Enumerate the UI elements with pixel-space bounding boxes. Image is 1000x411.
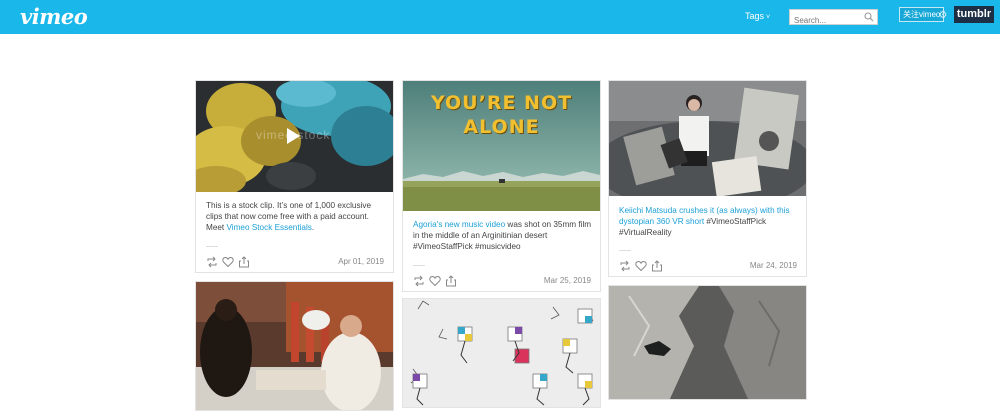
post-date[interactable]: Apr 01, 2019 [338, 257, 384, 266]
post-image[interactable] [609, 286, 806, 399]
post-footer: Apr 01, 2019 [206, 256, 384, 268]
overlay-line-2: ALONE [463, 116, 540, 138]
post-card [402, 298, 601, 408]
tags-menu[interactable]: Tags ˅ [745, 11, 770, 21]
overlay-line-1: YOU’RE NOT [430, 92, 573, 114]
heart-icon[interactable] [222, 256, 234, 268]
vr-desk-image [609, 81, 806, 196]
top-bar: vimeo Tags˅ 关注vimeo ⚙ tumblr [0, 0, 1000, 34]
post-card [195, 281, 394, 411]
divider [619, 250, 631, 251]
caption-link[interactable]: Vimeo Stock Essentials [226, 223, 311, 232]
video-title-overlay: YOU’RE NOT ALONE [403, 91, 600, 139]
post-caption: Keiichi Matsuda crushes it (as always) w… [619, 205, 799, 238]
reblog-icon[interactable] [413, 275, 425, 287]
caption-text-end: . [311, 223, 315, 232]
post-date[interactable]: Mar 25, 2019 [544, 276, 591, 285]
post-footer: Mar 25, 2019 [413, 275, 591, 287]
share-icon[interactable] [651, 260, 663, 272]
post-date[interactable]: Mar 24, 2019 [750, 261, 797, 270]
share-icon[interactable] [445, 275, 457, 287]
post-card: vimeo stock This is a stock clip. It’s o… [195, 80, 394, 273]
search-icon[interactable] [864, 12, 874, 22]
divider [413, 265, 425, 266]
cube-illustration-image [403, 299, 600, 407]
film-still-image [196, 282, 393, 410]
share-icon[interactable] [238, 256, 250, 268]
post-image[interactable]: YOU’RE NOT ALONE [403, 81, 600, 211]
wingsuit-cliff-image [609, 286, 806, 399]
chevron-down-icon: ˅ [766, 14, 771, 21]
reblog-icon[interactable] [206, 256, 218, 268]
heart-icon[interactable] [635, 260, 647, 272]
caption-link[interactable]: Agoria's new music video [413, 220, 505, 229]
reblog-icon[interactable] [619, 260, 631, 272]
post-footer: Mar 24, 2019 [619, 260, 797, 272]
search-input[interactable] [790, 13, 862, 28]
follow-label: 关注vimeo [903, 10, 941, 19]
tumblr-logo[interactable]: tumblr [954, 6, 994, 23]
post-card: Keiichi Matsuda crushes it (as always) w… [608, 80, 807, 277]
post-caption: This is a stock clip. It’s one of 1,000 … [206, 200, 386, 233]
tags-label: Tags [745, 11, 765, 21]
post-card: YOU’RE NOT ALONE Agoria's new music vide… [402, 80, 601, 292]
post-image[interactable] [609, 81, 806, 196]
vimeo-logo[interactable]: vimeo [20, 4, 88, 29]
post-video-thumbnail[interactable]: vimeo stock [196, 81, 393, 192]
post-card [608, 285, 807, 400]
follow-button[interactable]: 关注vimeo ⚙ [899, 7, 947, 22]
gear-icon[interactable]: ⚙ [938, 9, 947, 22]
post-image[interactable] [403, 299, 600, 407]
heart-icon[interactable] [429, 275, 441, 287]
post-image[interactable] [196, 282, 393, 410]
divider [206, 246, 218, 247]
play-icon[interactable] [287, 128, 300, 144]
post-caption: Agoria's new music video was shot on 35m… [413, 219, 593, 252]
search-box[interactable] [789, 9, 878, 28]
